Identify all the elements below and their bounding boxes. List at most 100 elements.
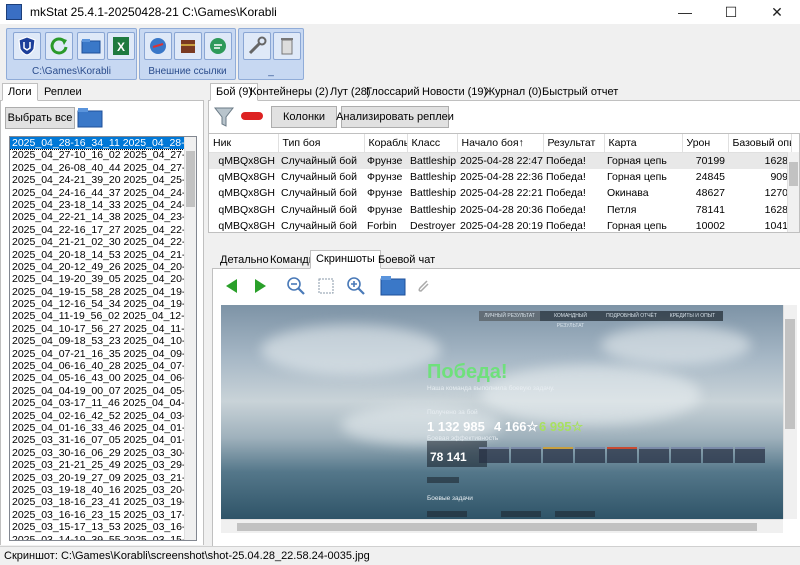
screenshot-vscroll[interactable] bbox=[783, 305, 797, 519]
battle-tab-strip: Бой (9) Контейнеры (2) Лут (28) Глоссари… bbox=[208, 83, 800, 101]
table-cell: Случайный бой bbox=[278, 152, 364, 169]
next-arrow-icon[interactable] bbox=[249, 275, 271, 297]
log-list-scrollbar[interactable] bbox=[184, 137, 196, 540]
shield-logo-icon[interactable] bbox=[13, 32, 41, 60]
wrench-icon[interactable] bbox=[243, 32, 271, 60]
table-cell: Destroyer bbox=[410, 220, 456, 233]
refresh-icon[interactable] bbox=[45, 32, 73, 60]
battles-table-scrollbar[interactable] bbox=[787, 152, 799, 232]
log-list-item[interactable]: 2025_03_31-16_07_05 2025_04_01-02_49_41 bbox=[10, 434, 184, 446]
log-list-item[interactable]: 2025_04_02-16_42_52 2025_04_03-15_57_18 bbox=[10, 410, 184, 422]
log-list-item[interactable]: 2025_04_28-16_34_11 2025_04_28-22_58_49 bbox=[10, 137, 185, 151]
tab-battle-chat[interactable]: Боевой чат bbox=[372, 251, 441, 269]
filter-funnel-icon[interactable] bbox=[213, 105, 235, 129]
previous-arrow-icon[interactable] bbox=[221, 275, 243, 297]
clear-filter-icon[interactable] bbox=[241, 111, 263, 121]
log-list-item[interactable]: 2025_03_19-18_40_16 2025_03_20-18_42_23 bbox=[10, 484, 184, 496]
status-text: Скриншот: C:\Games\Korabli\screenshot\sh… bbox=[4, 550, 370, 562]
fit-page-icon[interactable] bbox=[315, 275, 337, 297]
log-list[interactable]: 2025_04_28-16_34_11 2025_04_28-22_58_492… bbox=[9, 136, 197, 541]
log-list-item[interactable]: 2025_04_10-17_56_27 2025_04_11-17_51_50 bbox=[10, 323, 184, 335]
tab-logs[interactable]: Логи bbox=[2, 83, 38, 101]
tab-containers[interactable]: Контейнеры (2) bbox=[244, 83, 335, 101]
chat-link-icon[interactable] bbox=[204, 32, 232, 60]
screenshot-folder-icon[interactable] bbox=[379, 274, 407, 296]
table-cell: 78141 bbox=[695, 203, 725, 216]
log-list-item[interactable]: 2025_03_20-19_27_09 2025_03_21-20_24_48 bbox=[10, 472, 184, 484]
analyze-replays-button[interactable]: Анализировать реплеи bbox=[336, 106, 454, 128]
column-header[interactable]: Корабль bbox=[364, 134, 408, 153]
column-header[interactable]: Класс bbox=[407, 134, 458, 153]
log-list-item[interactable]: 2025_04_20-12_49_26 2025_04_20-18_14_41 bbox=[10, 261, 184, 273]
log-list-item[interactable]: 2025_03_18-16_23_41 2025_03_19-17_17_51 bbox=[10, 496, 184, 508]
table-row[interactable]: qMBQx8GH Случайный бой Фрунзе Battleship 202… bbox=[209, 202, 791, 219]
log-list-item[interactable]: 2025_04_22-21_14_38 2025_04_23-17_29_45 bbox=[10, 211, 184, 223]
log-list-item[interactable]: 2025_04_21-21_02_30 2025_04_22-16_14_27 bbox=[10, 236, 184, 248]
log-list-item[interactable]: 2025_04_06-16_40_28 2025_04_07-19_23_37 bbox=[10, 360, 184, 372]
panel-splitter[interactable] bbox=[208, 233, 800, 249]
log-list-item[interactable]: 2025_03_14-19_39_55 2025_03_15-11_30_58 bbox=[10, 534, 184, 541]
log-list-item[interactable]: 2025_04_27-10_16_02 2025_04_27-16_50_29 bbox=[10, 149, 184, 161]
close-button[interactable]: ✕ bbox=[754, 0, 800, 24]
log-list-item[interactable]: 2025_03_15-17_13_53 2025_03_16-15_38_28 bbox=[10, 521, 184, 533]
log-list-item[interactable]: 2025_04_04-19_00_07 2025_04_05-10_40_46 bbox=[10, 385, 184, 397]
column-header[interactable]: Ник bbox=[209, 134, 279, 153]
tab-quick-report[interactable]: Быстрый отчет bbox=[536, 83, 624, 101]
column-header[interactable]: Начало боя↑ bbox=[457, 134, 544, 153]
zoom-in-icon[interactable] bbox=[345, 275, 367, 297]
table-row[interactable]: qMBQx8GH Случайный бой Фрунзе Battleship 202… bbox=[209, 169, 791, 186]
open-folder-icon[interactable] bbox=[77, 105, 103, 129]
log-list-item[interactable]: 2025_04_12-16_54_34 2025_04_19-09_36_34 bbox=[10, 298, 184, 310]
select-all-button[interactable]: Выбрать все bbox=[5, 107, 75, 129]
table-cell: Петля bbox=[607, 203, 637, 216]
column-header[interactable]: Базовый опыт bbox=[728, 134, 792, 153]
ribbon-group-links: Внешние ссылки bbox=[139, 28, 236, 80]
window-title: mkStat 25.4.1-20250428-21 C:\Games\Korab… bbox=[30, 5, 277, 19]
table-cell: Победа! bbox=[546, 170, 586, 183]
log-list-item[interactable]: 2025_04_03-17_11_46 2025_04_04-17_10_20 bbox=[10, 397, 184, 409]
gauge-link-icon[interactable] bbox=[144, 32, 172, 60]
table-row[interactable]: qMBQx8GH Случайный бой Фрунзе Battleship 202… bbox=[209, 152, 791, 169]
logs-panel: Выбрать все 2025_04_28-16_34_11 2025_04_… bbox=[0, 101, 204, 545]
chest-link-icon[interactable] bbox=[174, 32, 202, 60]
columns-button[interactable]: Колонки bbox=[271, 106, 337, 128]
column-header[interactable]: Карта bbox=[604, 134, 683, 153]
screenshot-hscroll[interactable] bbox=[221, 519, 783, 533]
log-list-item[interactable]: 2025_04_11-19_56_02 2025_04_12-14_45_08 bbox=[10, 310, 184, 322]
table-cell: qMBQx8GH bbox=[218, 170, 275, 183]
log-list-item[interactable]: 2025_03_21-21_25_49 2025_03_29-18_22_00 bbox=[10, 459, 184, 471]
zoom-out-icon[interactable] bbox=[285, 275, 307, 297]
column-header[interactable]: Урон bbox=[682, 134, 729, 153]
minimize-button[interactable]: — bbox=[662, 0, 708, 24]
log-list-item[interactable]: 2025_03_16-16_23_15 2025_03_17-20_04_04 bbox=[10, 509, 184, 521]
table-cell: 1628 bbox=[764, 203, 788, 216]
trash-icon[interactable] bbox=[273, 32, 301, 60]
log-list-item[interactable]: 2025_04_07-21_16_35 2025_04_09-17_50_45 bbox=[10, 348, 184, 360]
column-header[interactable]: Тип боя bbox=[278, 134, 365, 153]
log-list-item[interactable]: 2025_04_05-16_43_00 2025_04_06-16_01_27 bbox=[10, 372, 184, 384]
log-list-item[interactable]: 2025_04_09-18_53_23 2025_04_10-17_19_48 bbox=[10, 335, 184, 347]
log-list-item[interactable]: 2025_04_22-16_17_27 2025_04_22-20_02_50 bbox=[10, 224, 184, 236]
table-row[interactable]: qMBQx8GH Случайный бой Forbin Destroyer 2025… bbox=[209, 218, 791, 233]
column-header[interactable]: Результат bbox=[543, 134, 605, 153]
log-list-item[interactable]: 2025_04_20-18_14_53 2025_04_21-20_53_10 bbox=[10, 249, 184, 261]
log-list-item[interactable]: 2025_04_24-21_39_20 2025_04_25-23_56_38 bbox=[10, 174, 184, 186]
tab-screenshots[interactable]: Скриншоты bbox=[310, 250, 381, 269]
folder-export-icon[interactable] bbox=[77, 32, 105, 60]
log-list-item[interactable]: 2025_04_26-08_40_44 2025_04_27-09_32_32 bbox=[10, 162, 184, 174]
screenshot-tab-credits: КРЕДИТЫ И ОПЫТ bbox=[669, 313, 716, 319]
table-cell: Победа! bbox=[546, 187, 586, 200]
log-list-item[interactable]: 2025_04_01-16_33_46 2025_04_01-21_28_59 bbox=[10, 422, 184, 434]
log-list-item[interactable]: 2025_03_30-16_06_29 2025_03_30-17_47_57 bbox=[10, 447, 184, 459]
table-cell: Forbin bbox=[367, 220, 397, 233]
paperclip-icon[interactable] bbox=[413, 275, 435, 297]
table-cell: Победа! bbox=[546, 203, 586, 216]
log-list-item[interactable]: 2025_04_23-18_14_33 2025_04_24-15_29_06 bbox=[10, 199, 184, 211]
log-list-item[interactable]: 2025_04_24-16_44_37 2025_04_24-21_38_17 bbox=[10, 187, 184, 199]
maximize-button[interactable]: ☐ bbox=[708, 0, 754, 24]
log-list-item[interactable]: 2025_04_19-15_58_28 2025_04_19-20_22_31 bbox=[10, 286, 184, 298]
excel-icon[interactable]: X bbox=[107, 32, 135, 60]
table-row[interactable]: qMBQx8GH Случайный бой Фрунзе Battleship 202… bbox=[209, 185, 791, 202]
log-list-item[interactable]: 2025_04_19-20_39_05 2025_04_20-12_49_21 bbox=[10, 273, 184, 285]
tab-replays[interactable]: Реплеи bbox=[38, 83, 88, 101]
